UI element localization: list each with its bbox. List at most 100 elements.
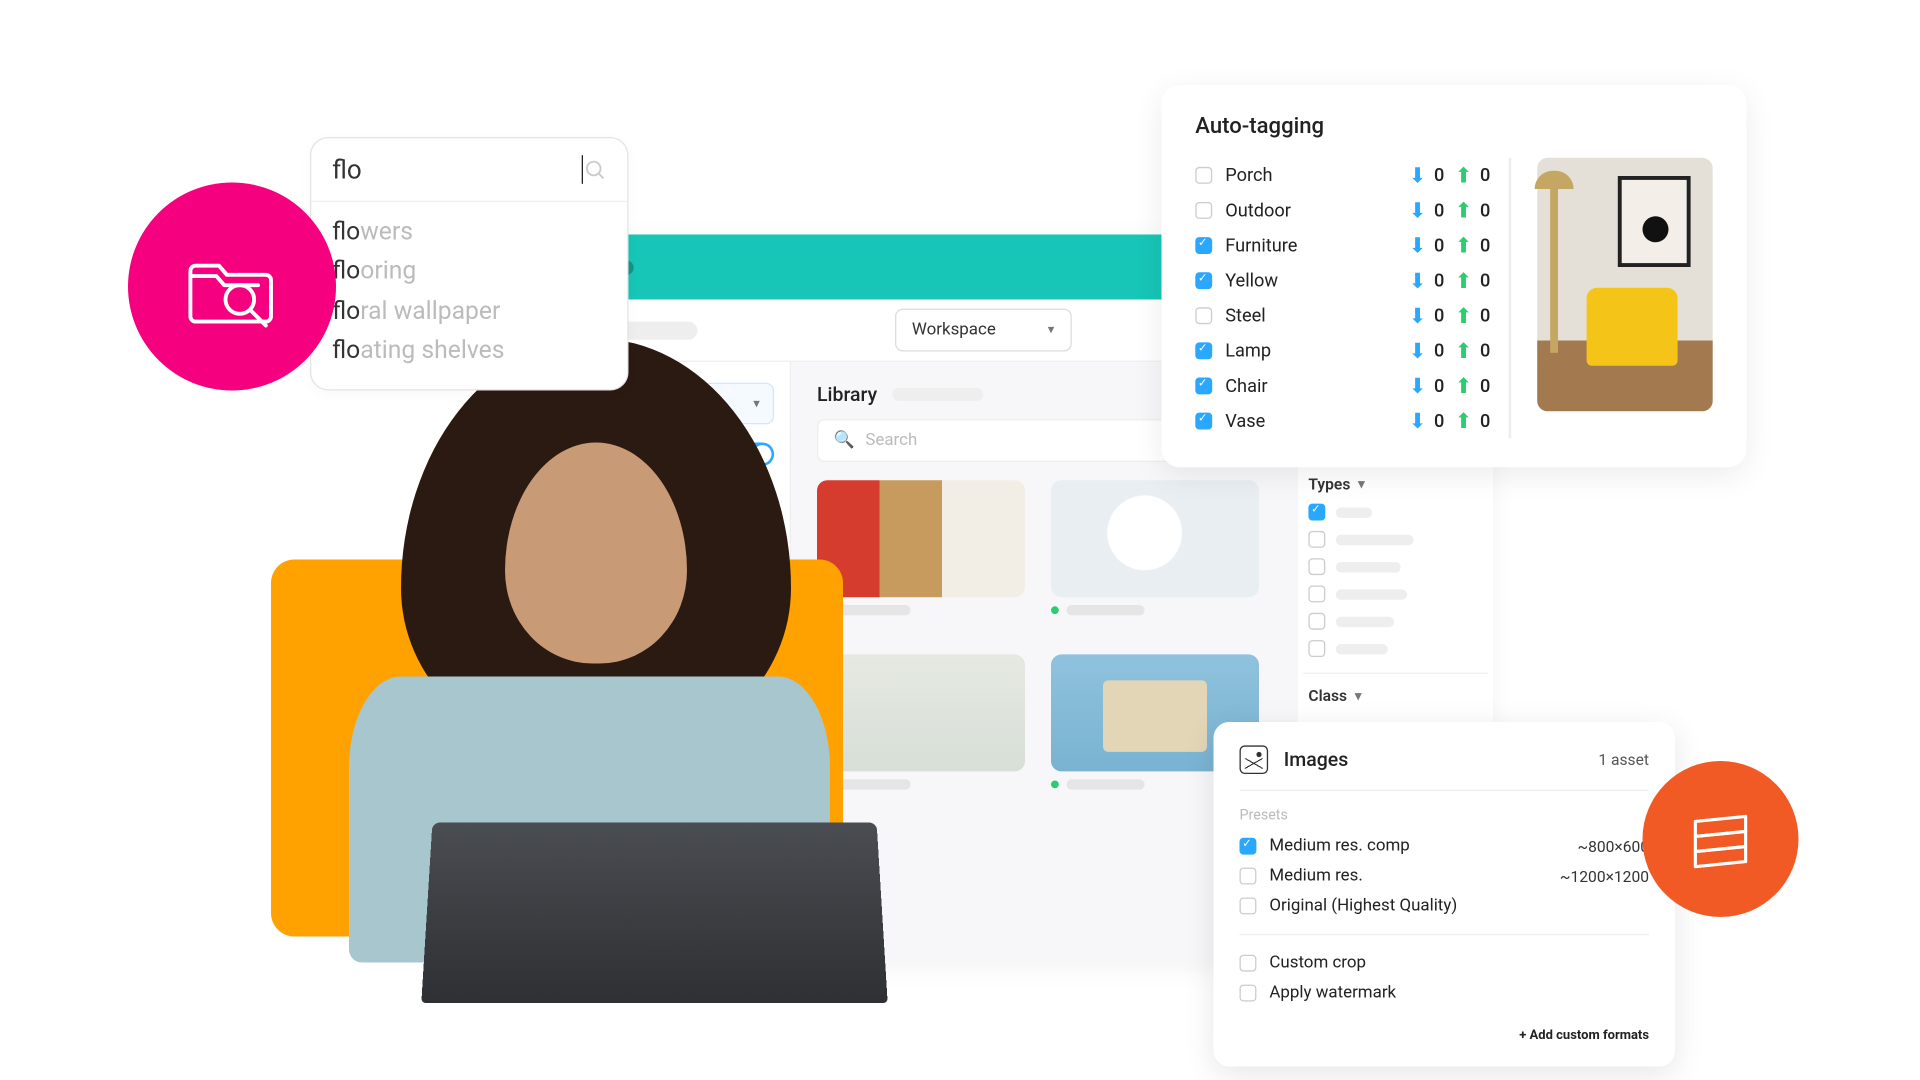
downvote-icon[interactable]: ⬇ bbox=[1409, 374, 1426, 399]
downvote-icon[interactable]: ⬇ bbox=[1409, 303, 1426, 328]
filter-types-label: Types bbox=[1308, 475, 1350, 493]
upvote-icon[interactable]: ⬆ bbox=[1455, 374, 1472, 399]
tag-votes: ⬇0⬆0 bbox=[1409, 163, 1493, 188]
tag-votes: ⬇0⬆0 bbox=[1409, 303, 1493, 328]
tag-preview-image bbox=[1537, 158, 1713, 412]
preset-row: Medium res. comp~800×600 bbox=[1240, 831, 1650, 861]
filter-placeholder bbox=[1336, 643, 1388, 653]
down-count: 0 bbox=[1434, 235, 1447, 256]
tag-checkbox[interactable] bbox=[1195, 237, 1212, 254]
downvote-icon[interactable]: ⬇ bbox=[1409, 198, 1426, 223]
search-input[interactable]: flo bbox=[332, 154, 580, 185]
up-count: 0 bbox=[1480, 165, 1493, 186]
preset-checkbox[interactable] bbox=[1240, 838, 1257, 855]
tag-checkbox[interactable] bbox=[1195, 342, 1212, 359]
preset-dimension: ~1200×1200 bbox=[1560, 867, 1649, 885]
filter-checkbox[interactable] bbox=[1308, 558, 1325, 575]
toolbar-placeholder bbox=[619, 321, 697, 339]
up-count: 0 bbox=[1480, 270, 1493, 291]
tag-checkbox[interactable] bbox=[1195, 202, 1212, 219]
upvote-icon[interactable]: ⬆ bbox=[1455, 163, 1472, 188]
downvote-icon[interactable]: ⬇ bbox=[1409, 163, 1426, 188]
custom-crop-label: Custom crop bbox=[1269, 953, 1366, 973]
filter-types-toggle[interactable]: Types ▾ bbox=[1308, 475, 1482, 493]
up-count: 0 bbox=[1480, 235, 1493, 256]
upvote-icon[interactable]: ⬆ bbox=[1455, 339, 1472, 364]
caption-placeholder bbox=[1067, 605, 1145, 615]
downvote-icon[interactable]: ⬇ bbox=[1409, 233, 1426, 258]
preset-row: Original (Highest Quality) bbox=[1240, 891, 1650, 921]
filter-checkbox[interactable] bbox=[1308, 531, 1325, 548]
chevron-down-icon: ▾ bbox=[1048, 323, 1055, 337]
upvote-icon[interactable]: ⬆ bbox=[1455, 409, 1472, 434]
tag-row: Yellow⬇0⬆0 bbox=[1195, 263, 1493, 298]
upvote-icon[interactable]: ⬆ bbox=[1455, 303, 1472, 328]
tag-row: Steel⬇0⬆0 bbox=[1195, 298, 1493, 333]
presets-list: Medium res. comp~800×600Medium res.~1200… bbox=[1240, 831, 1650, 921]
stack-badge bbox=[1643, 761, 1799, 917]
watermark-checkbox[interactable] bbox=[1240, 985, 1257, 1002]
preset-dimension: ~800×600 bbox=[1577, 837, 1649, 855]
tag-votes: ⬇ 0 ⬆ 0 bbox=[1409, 233, 1493, 258]
search-suggestion[interactable]: floating shelves bbox=[332, 331, 606, 371]
tag-checkbox[interactable] bbox=[1195, 272, 1212, 289]
search-input-row[interactable]: flo bbox=[311, 138, 627, 202]
search-suggestion[interactable]: flowers bbox=[332, 212, 606, 252]
search-suggestion[interactable]: floral wallpaper bbox=[332, 291, 606, 331]
filter-placeholder bbox=[1336, 616, 1395, 626]
upvote-icon[interactable]: ⬆ bbox=[1455, 268, 1472, 293]
tag-label: Outdoor bbox=[1225, 200, 1409, 221]
filter-placeholder bbox=[1336, 507, 1372, 517]
chevron-down-icon: ▾ bbox=[1355, 689, 1362, 703]
up-count: 0 bbox=[1480, 411, 1493, 432]
tag-row: Lamp⬇ 0 ⬆ 0 bbox=[1195, 333, 1493, 368]
downvote-icon[interactable]: ⬇ bbox=[1409, 409, 1426, 434]
tag-checkbox[interactable] bbox=[1195, 167, 1212, 184]
filter-class-toggle[interactable]: Class▾ bbox=[1308, 687, 1482, 705]
auto-tagging-panel: Auto-tagging Porch⬇0⬆0Outdoor⬇0⬆0Furnitu… bbox=[1162, 85, 1747, 467]
upvote-icon[interactable]: ⬆ bbox=[1455, 198, 1472, 223]
tag-label: Chair bbox=[1225, 376, 1409, 397]
tag-row: Vase⬇0⬆0 bbox=[1195, 404, 1493, 439]
tag-checkbox[interactable] bbox=[1195, 378, 1212, 395]
down-count: 0 bbox=[1434, 340, 1447, 361]
tag-row: Furniture⬇ 0 ⬆ 0 bbox=[1195, 228, 1493, 263]
tag-votes: ⬇0⬆0 bbox=[1409, 198, 1493, 223]
tag-checkbox[interactable] bbox=[1195, 307, 1212, 324]
filter-checkbox[interactable] bbox=[1308, 586, 1325, 603]
filter-placeholder bbox=[1336, 561, 1401, 571]
preset-checkbox[interactable] bbox=[1240, 868, 1257, 885]
tag-row: Chair⬇0⬆0 bbox=[1195, 368, 1493, 403]
workspace-dropdown[interactable]: Workspace ▾ bbox=[895, 309, 1071, 352]
filter-checkbox[interactable] bbox=[1308, 504, 1325, 521]
down-count: 0 bbox=[1434, 270, 1447, 291]
tag-label: Furniture bbox=[1225, 235, 1409, 256]
asset-thumbnail bbox=[1051, 480, 1259, 597]
tag-label: Lamp bbox=[1225, 340, 1409, 361]
preset-label: Original (Highest Quality) bbox=[1269, 896, 1457, 916]
search-suggestion[interactable]: flooring bbox=[332, 252, 606, 292]
preset-checkbox[interactable] bbox=[1240, 897, 1257, 914]
images-count: 1 asset bbox=[1598, 751, 1649, 769]
filter-checkbox[interactable] bbox=[1308, 640, 1325, 657]
chevron-down-icon: ▾ bbox=[1358, 477, 1365, 491]
presets-label: Presets bbox=[1240, 807, 1650, 824]
filter-placeholder bbox=[1336, 589, 1408, 599]
asset-card[interactable] bbox=[1051, 480, 1259, 615]
downvote-icon[interactable]: ⬇ bbox=[1409, 268, 1426, 293]
up-count: 0 bbox=[1480, 305, 1493, 326]
tag-checkbox[interactable] bbox=[1195, 413, 1212, 430]
images-download-panel: Images 1 asset Presets Medium res. comp~… bbox=[1214, 722, 1676, 1067]
custom-crop-checkbox[interactable] bbox=[1240, 955, 1257, 972]
upvote-icon[interactable]: ⬆ bbox=[1455, 233, 1472, 258]
folder-search-icon bbox=[180, 234, 284, 338]
hero-person-photo bbox=[297, 339, 869, 976]
search-icon bbox=[583, 158, 606, 181]
downvote-icon[interactable]: ⬇ bbox=[1409, 339, 1426, 364]
filter-checkbox[interactable] bbox=[1308, 613, 1325, 630]
watermark-label: Apply watermark bbox=[1269, 983, 1396, 1003]
tag-votes: ⬇ 0 ⬆ 0 bbox=[1409, 339, 1493, 364]
down-count: 0 bbox=[1434, 200, 1447, 221]
add-custom-formats-link[interactable]: + Add custom formats bbox=[1240, 1029, 1650, 1043]
up-count: 0 bbox=[1480, 340, 1493, 361]
